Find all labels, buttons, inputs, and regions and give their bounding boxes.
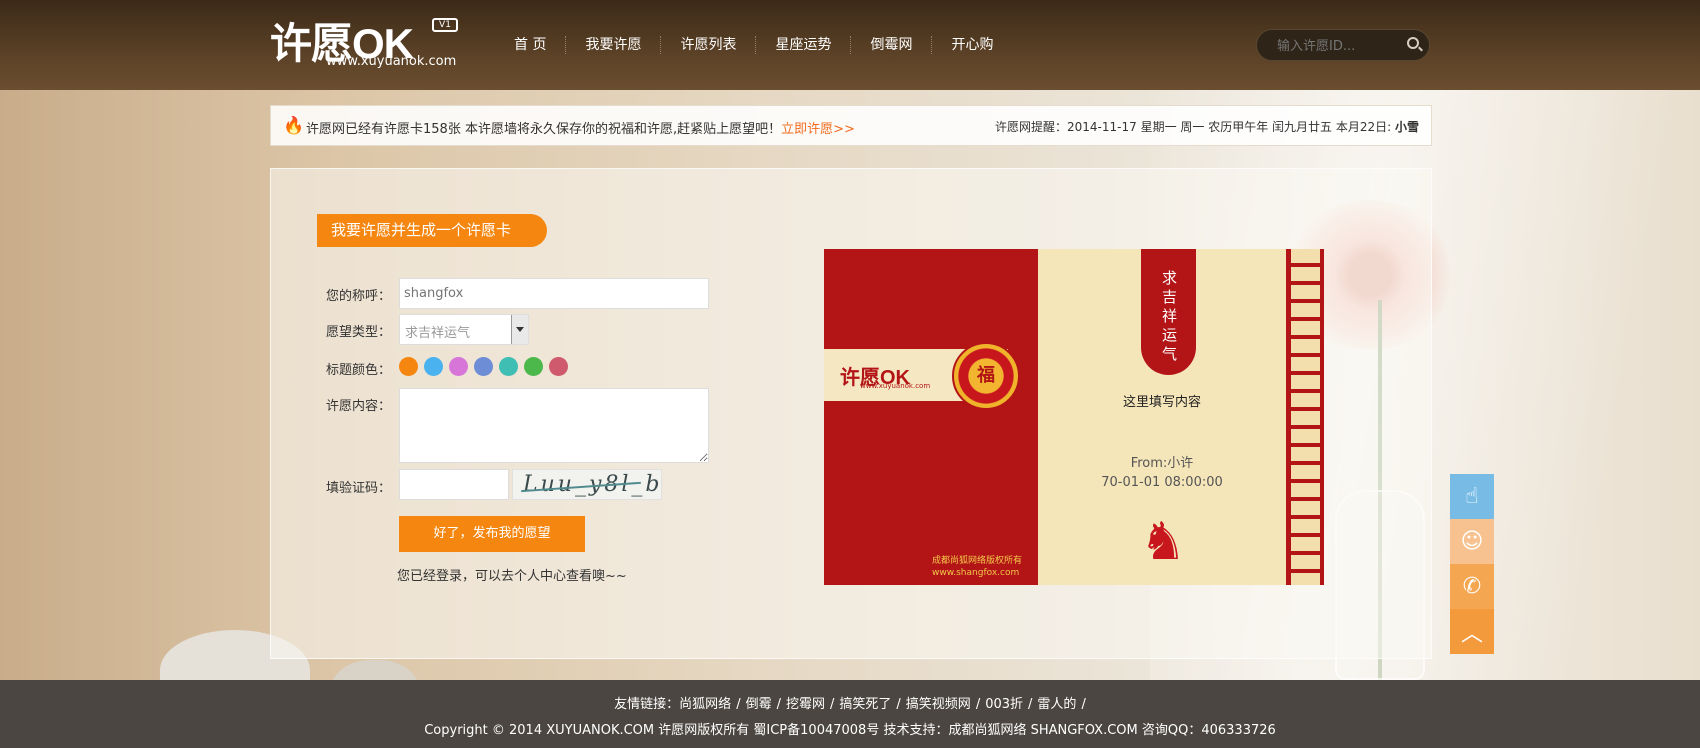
date-text: 许愿网提醒：2014-11-17 星期一 周一 农历甲午年 闰九月廿五 本月22…: [995, 120, 1392, 134]
notice-message: 许愿网已经有许愿卡158张 本许愿墙将永久保存你的祝福和许愿,赶紧贴上愿望吧！: [306, 122, 782, 137]
nav-horoscope[interactable]: 星座运势: [756, 36, 852, 54]
site-footer: 友情链接：尚狐网络 / 倒霉 / 挖霉网 / 搞笑死了 / 搞笑视频网/003折 / 雷人的 / Co…: [0, 680, 1700, 748]
fire-icon: 🔥: [283, 116, 305, 136]
qq-icon[interactable]: ☺: [1450, 519, 1494, 564]
copyright-text: Copyright © 2014 XUYUANOK.COM 许愿网版权所有 蜀I…: [424, 723, 1276, 738]
card-signature: From:小许 70-01-01 08:00:00: [1038, 454, 1286, 492]
links-label: 友情链接：: [614, 697, 680, 712]
card-logo-url: www.xuyuanok.com: [860, 382, 931, 390]
color-swatch[interactable]: [474, 357, 493, 376]
search-icon[interactable]: [1407, 37, 1419, 49]
card-lattice-border: [1286, 249, 1324, 585]
horse-papercut-icon: ♞: [1139, 512, 1187, 572]
wish-card-preview: 许愿OK www.xuyuanok.com 福 成都尚狐网络版权所有 www.s…: [824, 249, 1324, 585]
nav-daomei[interactable]: 倒霉网: [851, 36, 933, 54]
friend-link[interactable]: 尚狐网络: [679, 697, 731, 712]
title-color-picker: [399, 357, 568, 376]
chevron-down-icon: [511, 315, 528, 344]
phone-icon[interactable]: ✆: [1450, 564, 1494, 609]
wish-type-select[interactable]: 求吉祥运气: [399, 314, 529, 345]
nav-shop[interactable]: 开心购: [932, 36, 1012, 54]
friend-link[interactable]: 倒霉: [746, 697, 772, 712]
color-swatch[interactable]: [549, 357, 568, 376]
card-copyright-url: www.shangfox.com: [932, 568, 1020, 578]
card-time: 70-01-01 08:00:00: [1101, 475, 1223, 490]
friend-links: 友情链接：尚狐网络 / 倒霉 / 挖霉网 / 搞笑死了 / 搞笑视频网/003折 / 雷人的 /: [614, 697, 1086, 712]
nav-make-wish[interactable]: 我要许愿: [566, 36, 662, 54]
color-swatch[interactable]: [424, 357, 443, 376]
wish-panel: 我要许愿并生成一个许愿卡 您的称呼： 愿望类型： 求吉祥运气 标题颜色： 许愿内…: [270, 168, 1432, 659]
friend-link[interactable]: 搞笑死了: [839, 697, 891, 712]
top-arrow-icon[interactable]: ︿: [1450, 609, 1494, 654]
date-notice: 许愿网提醒：2014-11-17 星期一 周一 农历甲午年 闰九月廿五 本月22…: [995, 118, 1419, 135]
solar-term: 小雪: [1394, 120, 1419, 134]
submit-wish-button[interactable]: 好了，发布我的愿望: [399, 516, 585, 552]
nav-wish-list[interactable]: 许愿列表: [661, 36, 757, 54]
wish-content-textarea[interactable]: [399, 388, 709, 463]
login-note: 您已经登录，可以去个人中心查看噢~~: [397, 569, 627, 584]
name-label: 您的称呼：: [325, 289, 391, 304]
touch-icon[interactable]: ☝: [1450, 474, 1494, 519]
friend-link[interactable]: 雷人的: [1037, 697, 1076, 712]
card-copyright-line: 成都尚狐网络版权所有: [932, 556, 1023, 566]
logo-badge: V1: [432, 18, 458, 32]
card-from: From:小许: [1130, 456, 1194, 471]
captcha-label: 填验证码：: [325, 481, 391, 496]
card-copyright: 成都尚狐网络版权所有 www.shangfox.com: [932, 555, 1022, 579]
type-label: 愿望类型：: [325, 325, 391, 340]
logo-url: www.xuyuanok.com: [326, 54, 457, 69]
friend-link[interactable]: 搞笑视频网: [906, 697, 971, 712]
wish-type-value: 求吉祥运气: [405, 326, 471, 341]
site-logo[interactable]: 许愿OK V1 www.xuyuanok.com: [270, 10, 470, 82]
card-body: 求吉祥运气 这里填写内容 From:小许 70-01-01 08:00:00 ♞: [1038, 249, 1286, 585]
fu-stamp-icon: 福: [952, 342, 1020, 410]
color-swatch[interactable]: [449, 357, 468, 376]
nav-home[interactable]: 首 页: [495, 36, 567, 54]
section-tag: 我要许愿并生成一个许愿卡: [317, 214, 547, 247]
card-ribbon: 求吉祥运气: [1141, 249, 1196, 375]
card-cover: 许愿OK www.xuyuanok.com 福 成都尚狐网络版权所有 www.s…: [824, 249, 1038, 585]
card-content: 这里填写内容: [1122, 395, 1201, 410]
captcha-input[interactable]: [399, 469, 509, 500]
friend-link[interactable]: 003折: [985, 697, 1023, 712]
main-nav: 首 页 我要许愿 许愿列表 星座运势 倒霉网 开心购: [495, 36, 1012, 54]
color-swatch[interactable]: [499, 357, 518, 376]
search-input[interactable]: [1277, 37, 1397, 55]
color-swatch[interactable]: [524, 357, 543, 376]
friend-link[interactable]: 挖霉网: [786, 697, 825, 712]
color-label: 标题颜色：: [325, 363, 391, 378]
color-swatch[interactable]: [399, 357, 418, 376]
wish-now-link[interactable]: 立即许愿>>: [781, 122, 855, 137]
notice-bar: 🔥 许愿网已经有许愿卡158张 本许愿墙将永久保存你的祝福和许愿,赶紧贴上愿望吧…: [270, 105, 1432, 146]
site-header: 许愿OK V1 www.xuyuanok.com 首 页 我要许愿 许愿列表 星…: [0, 0, 1700, 90]
captcha-image[interactable]: Luu_y8l_b: [512, 469, 662, 500]
content-label: 许愿内容：: [325, 399, 391, 414]
notice-text: 许愿网已经有许愿卡158张 本许愿墙将永久保存你的祝福和许愿,赶紧贴上愿望吧！立…: [306, 118, 855, 137]
name-input[interactable]: [399, 278, 709, 309]
search-box: [1256, 29, 1430, 61]
